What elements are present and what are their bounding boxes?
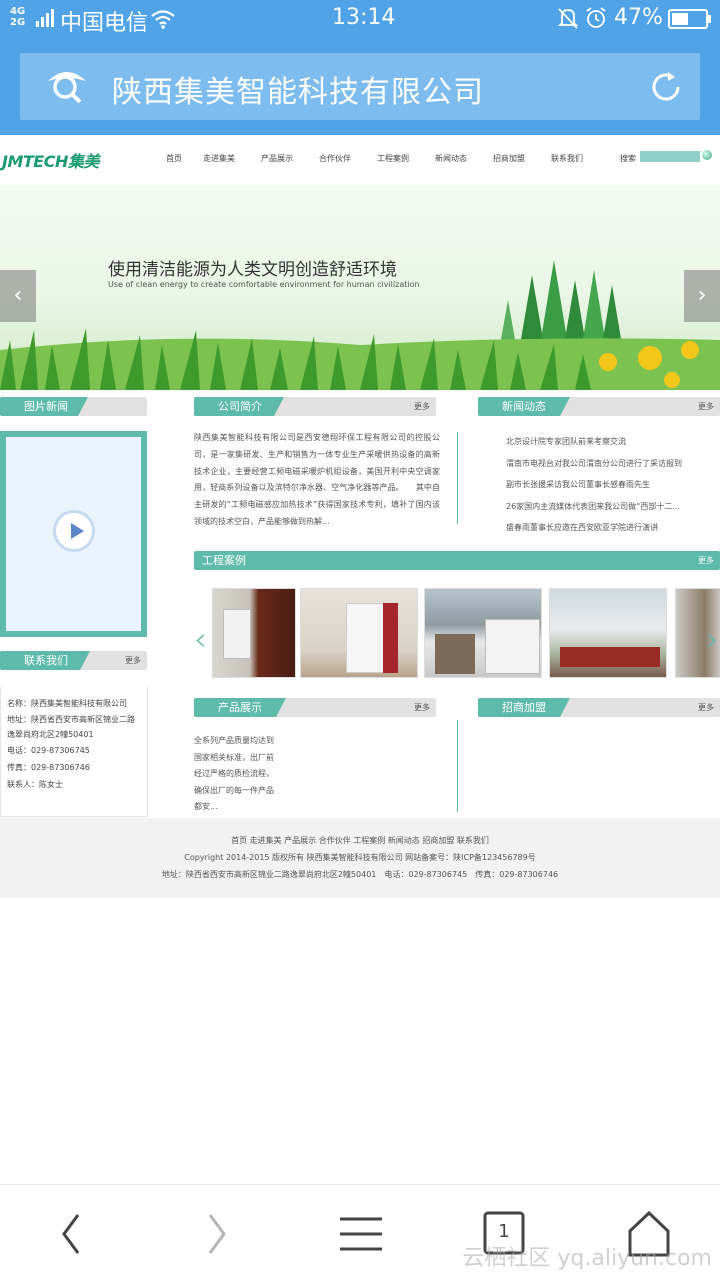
play-icon[interactable] <box>53 510 95 552</box>
site-header: JMTECH集美 首页 走进集美 产品展示 合作伙伴 工程案例 新闻动态 招商加… <box>0 135 720 185</box>
search-label: 搜索 <box>620 154 636 163</box>
section-title-photo-news: 图片新闻 <box>0 397 88 416</box>
menu-icon[interactable] <box>336 1209 386 1259</box>
contact-phone: 电话：029-87306745 <box>7 746 90 755</box>
site-footer: 首页 走进集美 产品展示 合作伙伴 工程案例 新闻动态 招商加盟 联系我们 Co… <box>0 818 720 898</box>
cases-prev-arrow[interactable]: ‹ <box>194 620 207 658</box>
clock: 13:14 <box>332 5 396 30</box>
photo-news-player[interactable] <box>0 431 147 637</box>
news-item[interactable]: 渭南市电视台对我公司渭南分公司进行了采访报到 <box>506 453 682 475</box>
section-bar-photo-news: 图片新闻 <box>0 397 147 416</box>
more-link-cases[interactable]: 更多 <box>698 551 714 570</box>
watermark: 云栖社区 yq.aliyun.com <box>462 1246 712 1271</box>
url-box[interactable]: 陕西集美智能科技有限公司 <box>20 53 700 120</box>
products-text: 全系列产品质量均达到国家相关标准，出厂前经过严格的质检流程，确保出厂的每一件产品… <box>194 736 274 811</box>
column-divider <box>457 432 458 524</box>
banner-slogan-en: Use of clean energy to create comfortabl… <box>108 280 420 289</box>
section-bar-cases: 工程案例 更多 <box>194 551 720 570</box>
reader-mode-icon[interactable] <box>44 65 90 107</box>
web-page: JMTECH集美 首页 走进集美 产品展示 合作伙伴 工程案例 新闻动态 招商加… <box>0 135 720 1185</box>
contact-fax: 传真：029-87306746 <box>7 763 90 772</box>
tab-count: 1 <box>498 1221 510 1242</box>
nav-item-news[interactable]: 新闻动态 <box>422 153 480 164</box>
back-icon[interactable] <box>46 1209 96 1259</box>
section-title-franchise: 招商加盟 <box>478 698 570 717</box>
nav-item-partners[interactable]: 合作伙伴 <box>306 153 364 164</box>
network-type: 4G 2G <box>10 6 26 28</box>
battery-percent: 47% <box>614 5 663 30</box>
section-title-cases: 工程案例 <box>194 551 720 570</box>
nav-item-home[interactable]: 首页 <box>160 153 190 164</box>
alarm-icon <box>586 7 606 28</box>
nav-item-contact[interactable]: 联系我们 <box>538 153 596 164</box>
section-title-contact: 联系我们 <box>0 651 90 670</box>
case-photo[interactable] <box>300 588 418 678</box>
contact-address: 地址：陕西省西安市高新区锦业二路逸翠尚府北区2幢50401 <box>7 715 135 739</box>
search-input[interactable] <box>640 151 700 162</box>
more-link-contact[interactable]: 更多 <box>125 651 141 670</box>
section-bar-company-intro: 公司简介 更多 <box>194 397 436 416</box>
carrier-name: 中国电信 <box>60 11 149 36</box>
status-bar: 4G 2G 中国电信 13:14 47% <box>0 0 720 38</box>
more-link-news[interactable]: 更多 <box>698 397 714 416</box>
site-logo[interactable]: JMTECH集美 <box>2 148 99 172</box>
cases-next-arrow[interactable]: › <box>706 620 719 658</box>
page-title: 陕西集美智能科技有限公司 <box>112 75 484 110</box>
section-title-company-intro: 公司简介 <box>194 397 284 416</box>
column-divider <box>457 720 458 812</box>
news-item[interactable]: 北京设计院专家团队前来考察交流 <box>506 431 682 453</box>
wifi-icon <box>151 10 175 29</box>
grass-illustration <box>0 328 720 390</box>
case-photo[interactable] <box>549 588 667 678</box>
hero-banner: 使用清洁能源为人类文明创造舒适环境 Use of clean energy to… <box>0 185 720 390</box>
section-title-news: 新闻动态 <box>478 397 570 416</box>
more-link-products[interactable]: 更多 <box>414 698 430 717</box>
contact-person: 联系人：陈女士 <box>7 780 63 789</box>
news-item[interactable]: 副市长张援采访我公司董事长感春雨先生 <box>506 474 682 496</box>
footer-links[interactable]: 首页 走进集美 产品展示 合作伙伴 工程案例 新闻动态 招商加盟 联系我们 <box>0 835 720 846</box>
nav-item-franchise[interactable]: 招商加盟 <box>480 153 538 164</box>
news-item[interactable]: 盛春雨董事长应邀在西安欧亚学院进行演讲 <box>506 517 682 539</box>
company-intro-text: 陕西集美智能科技有限公司是西安德翔环保工程有限公司的控股公司，是一家集研发、生产… <box>194 433 440 526</box>
browser-address-bar: 陕西集美智能科技有限公司 <box>0 38 720 135</box>
refresh-icon[interactable] <box>648 69 684 105</box>
nav-item-about[interactable]: 走进集美 <box>190 153 248 164</box>
section-bar-news: 新闻动态 更多 <box>478 397 720 416</box>
search-button[interactable] <box>702 150 712 160</box>
news-item[interactable]: 26家国内主流媒体代表团来我公司做“西部十二... <box>506 496 682 518</box>
section-bar-franchise: 招商加盟 更多 <box>478 698 720 717</box>
footer-copyright: Copyright 2014-2015 版权所有 陕西集美智能科技有限公司 网站… <box>184 853 536 862</box>
case-photo[interactable] <box>212 588 296 678</box>
section-bar-products: 产品展示 更多 <box>194 698 436 717</box>
contact-info: 名称：陕西集美智能科技有限公司 地址：陕西省西安市高新区锦业二路逸翠尚府北区2幢… <box>0 687 148 817</box>
main-nav: 首页 走进集美 产品展示 合作伙伴 工程案例 新闻动态 招商加盟 联系我们 <box>160 153 596 164</box>
signal-icon <box>36 7 54 27</box>
nav-item-cases[interactable]: 工程案例 <box>364 153 422 164</box>
news-list: 北京设计院专家团队前来考察交流 渭南市电视台对我公司渭南分公司进行了采访报到 副… <box>506 431 682 539</box>
case-photo[interactable] <box>424 588 542 678</box>
section-title-products: 产品展示 <box>194 698 286 717</box>
case-carousel <box>212 588 720 678</box>
section-bar-contact: 联系我们 更多 <box>0 651 147 670</box>
battery-icon <box>668 9 711 29</box>
more-link-franchise[interactable]: 更多 <box>698 698 714 717</box>
banner-slogan: 使用清洁能源为人类文明创造舒适环境 <box>108 260 397 280</box>
silent-bell-icon <box>557 8 579 29</box>
forward-icon[interactable] <box>192 1209 242 1259</box>
more-link-intro[interactable]: 更多 <box>414 397 430 416</box>
nav-item-products[interactable]: 产品展示 <box>248 153 306 164</box>
contact-name: 名称：陕西集美智能科技有限公司 <box>7 699 127 708</box>
footer-address: 地址：陕西省西安市高新区锦业二路逸翠尚府北区2幢50401 电话：029-873… <box>161 870 559 879</box>
browser-toolbar: 1 云栖社区 yq.aliyun.com <box>0 1184 720 1280</box>
